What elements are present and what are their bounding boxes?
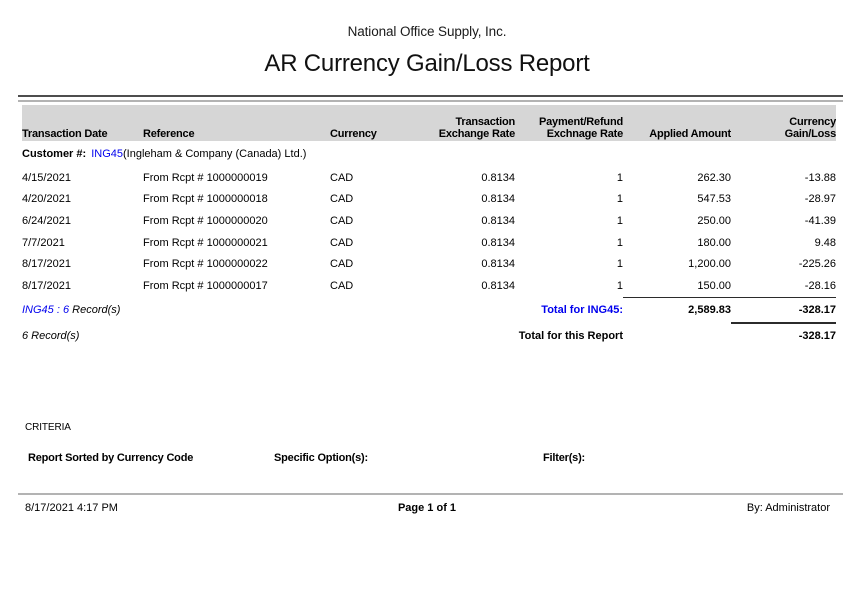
- cell-refund-rate: 1: [515, 275, 623, 297]
- cell-currency: CAD: [330, 210, 410, 232]
- col-header-line: Transaction: [455, 116, 515, 128]
- cell-transaction-date: 4/20/2021: [22, 189, 143, 211]
- table-row: 7/7/2021 From Rcpt # 1000000021 CAD 0.81…: [22, 232, 836, 254]
- customer-group-row: Customer #: ING45(Ingleham & Company (Can…: [22, 141, 836, 167]
- cell-applied-amount: 262.30: [623, 167, 731, 189]
- table-header-row: Transaction Date Reference Currency Tran…: [22, 105, 836, 141]
- col-header-payment-refund-exchange-rate: Payment/RefundExchnage Rate: [515, 105, 623, 141]
- cell-currency: CAD: [330, 232, 410, 254]
- col-header-currency-gain-loss: CurrencyGain/Loss: [731, 105, 836, 141]
- cell-transaction-date: 4/15/2021: [22, 167, 143, 189]
- col-header-transaction-exchange-rate: TransactionExchange Rate: [410, 105, 515, 141]
- cell-applied-amount: 150.00: [623, 275, 731, 297]
- col-header-applied-amount: Applied Amount: [623, 105, 731, 141]
- customer-total-row: ING45 : 6 Record(s) Total for ING45: 2,5…: [22, 297, 836, 323]
- footer-rule: [18, 493, 843, 495]
- report-record-count: 6 Record(s): [22, 323, 515, 349]
- header-rule-light: [18, 100, 843, 102]
- customer-group-cell: Customer #: ING45(Ingleham & Company (Can…: [22, 141, 836, 167]
- table-row: 8/17/2021 From Rcpt # 1000000022 CAD 0.8…: [22, 254, 836, 276]
- table-row: 8/17/2021 From Rcpt # 1000000017 CAD 0.8…: [22, 275, 836, 297]
- table-row: 4/20/2021 From Rcpt # 1000000018 CAD 0.8…: [22, 189, 836, 211]
- col-header-transaction-date: Transaction Date: [22, 105, 143, 141]
- footer-page-number: Page 1 of 1: [0, 502, 854, 514]
- col-header-reference: Reference: [143, 105, 330, 141]
- report-total-applied-empty: [623, 323, 731, 349]
- cell-reference: From Rcpt # 1000000018: [143, 189, 330, 211]
- cell-transaction-rate: 0.8134: [410, 189, 515, 211]
- customer-number-label: Customer #:: [22, 148, 86, 160]
- cell-transaction-rate: 0.8134: [410, 167, 515, 189]
- cell-transaction-rate: 0.8134: [410, 254, 515, 276]
- criteria-filters-label: Filter(s):: [543, 452, 585, 464]
- cell-applied-amount: 250.00: [623, 210, 731, 232]
- cell-reference: From Rcpt # 1000000022: [143, 254, 330, 276]
- cell-reference: From Rcpt # 1000000017: [143, 275, 330, 297]
- cell-applied-amount: 1,200.00: [623, 254, 731, 276]
- criteria-row: Report Sorted by Currency Code Specific …: [0, 452, 854, 466]
- cell-transaction-date: 8/17/2021: [22, 254, 143, 276]
- cell-applied-amount: 547.53: [623, 189, 731, 211]
- criteria-sorted-by: Report Sorted by Currency Code: [28, 452, 193, 464]
- cell-refund-rate: 1: [515, 189, 623, 211]
- table-row: 4/15/2021 From Rcpt # 1000000019 CAD 0.8…: [22, 167, 836, 189]
- customer-record-count-label: Record(s): [72, 304, 120, 316]
- cell-transaction-date: 7/7/2021: [22, 232, 143, 254]
- cell-transaction-date: 6/24/2021: [22, 210, 143, 232]
- customer-code-link: ING45: [91, 148, 123, 160]
- cell-currency: CAD: [330, 275, 410, 297]
- col-header-line: Exchange Rate: [439, 128, 515, 140]
- company-name: National Office Supply, Inc.: [0, 24, 854, 39]
- footer-author: By: Administrator: [747, 502, 830, 514]
- report-page: National Office Supply, Inc. AR Currency…: [0, 0, 854, 600]
- col-header-line: Payment/Refund: [539, 116, 623, 128]
- report-footer: 8/17/2021 4:17 PM Page 1 of 1 By: Admini…: [0, 502, 854, 518]
- cell-gain-loss: 9.48: [731, 232, 836, 254]
- report-record-count-label: 6 Record(s): [22, 330, 79, 342]
- cell-currency: CAD: [330, 254, 410, 276]
- customer-record-count: ING45 : 6 Record(s): [22, 297, 515, 323]
- cell-currency: CAD: [330, 167, 410, 189]
- report-total-label: Total for this Report: [515, 323, 623, 349]
- col-header-line: Currency: [789, 116, 836, 128]
- table-row: 6/24/2021 From Rcpt # 1000000020 CAD 0.8…: [22, 210, 836, 232]
- col-header-line: Gain/Loss: [785, 128, 836, 140]
- customer-name: (Ingleham & Company (Canada) Ltd.): [123, 148, 306, 160]
- report-table: Transaction Date Reference Currency Tran…: [22, 105, 836, 349]
- criteria-heading: CRITERIA: [25, 422, 71, 433]
- header-rule-dark: [18, 95, 843, 97]
- cell-transaction-rate: 0.8134: [410, 210, 515, 232]
- customer-record-count-code: ING45 : 6: [22, 304, 69, 316]
- report-total-row: 6 Record(s) Total for this Report -328.1…: [22, 323, 836, 349]
- cell-applied-amount: 180.00: [623, 232, 731, 254]
- cell-gain-loss: -28.16: [731, 275, 836, 297]
- cell-gain-loss: -28.97: [731, 189, 836, 211]
- cell-refund-rate: 1: [515, 232, 623, 254]
- col-header-currency: Currency: [330, 105, 410, 141]
- cell-transaction-date: 8/17/2021: [22, 275, 143, 297]
- cell-gain-loss: -225.26: [731, 254, 836, 276]
- cell-gain-loss: -41.39: [731, 210, 836, 232]
- cell-reference: From Rcpt # 1000000019: [143, 167, 330, 189]
- cell-refund-rate: 1: [515, 167, 623, 189]
- report-title: AR Currency Gain/Loss Report: [0, 50, 854, 78]
- cell-transaction-rate: 0.8134: [410, 232, 515, 254]
- cell-transaction-rate: 0.8134: [410, 275, 515, 297]
- cell-reference: From Rcpt # 1000000020: [143, 210, 330, 232]
- cell-reference: From Rcpt # 1000000021: [143, 232, 330, 254]
- cell-gain-loss: -13.88: [731, 167, 836, 189]
- customer-total-applied: 2,589.83: [623, 297, 731, 323]
- col-header-line: Exchnage Rate: [547, 128, 623, 140]
- report-total-gain-loss: -328.17: [731, 323, 836, 349]
- cell-currency: CAD: [330, 189, 410, 211]
- customer-total-gain-loss: -328.17: [731, 297, 836, 323]
- cell-refund-rate: 1: [515, 210, 623, 232]
- criteria-specific-options-label: Specific Option(s):: [274, 452, 368, 464]
- customer-total-label: Total for ING45:: [515, 297, 623, 323]
- cell-refund-rate: 1: [515, 254, 623, 276]
